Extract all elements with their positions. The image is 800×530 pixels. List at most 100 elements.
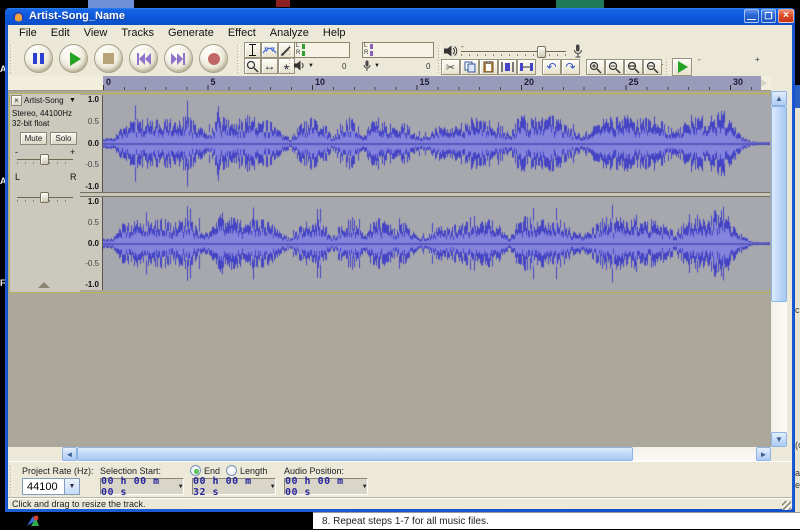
menu-edit[interactable]: Edit (44, 26, 77, 40)
paste-button[interactable] (479, 59, 498, 75)
menu-analyze[interactable]: Analyze (263, 26, 316, 40)
selection-start-label: Selection Start: (100, 466, 161, 476)
skip-to-end-button[interactable] (164, 44, 193, 73)
selection-start-field[interactable]: 00 h 00 m 00 s▼ (100, 478, 184, 495)
audio-position-field[interactable]: 00 h 00 m 00 s▼ (284, 478, 368, 495)
menu-help[interactable]: Help (316, 26, 353, 40)
vertical-ruler-left: 1.00.50.0-0.5-1.0 (80, 95, 103, 192)
horizontal-scrollbar[interactable]: ◄ ► (62, 447, 771, 461)
audacity-icon (12, 10, 25, 23)
close-button[interactable]: × (778, 9, 794, 23)
scroll-down-button[interactable]: ▼ (771, 432, 787, 447)
vruler-label: -1.0 (85, 280, 99, 289)
mute-button[interactable]: Mute (20, 132, 47, 145)
zoom-tool-button[interactable] (244, 58, 261, 74)
menu-tracks[interactable]: Tracks (114, 26, 161, 40)
input-meter-dropdown[interactable]: ▼ (362, 60, 380, 72)
cut-button[interactable]: ✂ (441, 59, 460, 75)
trim-button[interactable] (498, 59, 517, 75)
transcription-grip[interactable] (666, 59, 670, 75)
speaker-icon (294, 60, 306, 71)
waveform-left-channel[interactable] (103, 95, 770, 192)
meter-grip[interactable] (289, 44, 293, 73)
play-button[interactable] (59, 44, 88, 73)
minimize-button[interactable]: — (744, 9, 759, 23)
menu-file[interactable]: File (12, 26, 44, 40)
combo-arrow-icon: ▼ (64, 479, 79, 494)
background-text-fragment: (c (795, 440, 800, 450)
maximize-button[interactable]: ❒ (761, 9, 776, 23)
copy-button[interactable] (460, 59, 479, 75)
waveform-right-channel[interactable] (103, 197, 770, 290)
horizontal-scroll-thumb[interactable] (77, 447, 633, 461)
title-bar[interactable]: Artist-Song_Name — ❒ × (5, 8, 795, 25)
scroll-right-button[interactable]: ► (756, 447, 771, 461)
record-button[interactable] (199, 44, 228, 73)
pause-button[interactable] (24, 44, 53, 73)
output-meter-dropdown[interactable]: ▼ (294, 60, 314, 71)
ruler-label-0: 0 (106, 77, 111, 87)
envelope-tool-button[interactable] (261, 42, 278, 58)
vruler-label: 0.5 (88, 218, 99, 227)
play-at-speed-button[interactable] (672, 58, 692, 76)
input-meter[interactable]: L R (362, 42, 434, 58)
stop-button[interactable] (94, 44, 123, 73)
track-menu-arrow-icon[interactable]: ▼ (69, 97, 76, 104)
vertical-ruler-right: 1.00.50.0-0.5-1.0 (80, 197, 103, 290)
timeline-ruler[interactable]: 051015202530 (8, 76, 771, 91)
gain-slider[interactable] (17, 154, 73, 167)
output-meter[interactable]: L R (294, 42, 350, 58)
fit-project-button[interactable] (643, 59, 662, 75)
selection-tool-button[interactable] (244, 42, 261, 58)
meter-l-label: L (295, 43, 301, 50)
time-shift-tool-button[interactable]: ↔ (261, 58, 278, 74)
vertical-scrollbar[interactable]: ▲ ▼ (771, 91, 787, 447)
solo-button[interactable]: Solo (50, 132, 77, 145)
vruler-label: 1.0 (88, 197, 99, 206)
play-icon (678, 61, 688, 73)
zoom-in-button[interactable] (586, 59, 605, 75)
note-text: 8. Repeat steps 1-7 for all music files. (322, 516, 489, 527)
menu-generate[interactable]: Generate (161, 26, 221, 40)
undo-button[interactable]: ↶ (542, 59, 561, 75)
timeline-major-ticks (103, 85, 761, 90)
track-close-button[interactable]: × (11, 95, 22, 106)
zoom-out-icon (608, 61, 621, 74)
output-volume-slider[interactable] (461, 46, 566, 59)
pan-right-label: R (70, 172, 77, 182)
menu-view[interactable]: View (77, 26, 115, 40)
scroll-left-button[interactable]: ◄ (62, 447, 77, 461)
ruler-label-15: 15 (420, 77, 430, 87)
end-radio-label: End (204, 466, 220, 476)
track-info-format: 32-bit float (12, 119, 49, 128)
status-text: Click and drag to resize the track. (12, 499, 146, 509)
zoom-out-button[interactable] (605, 59, 624, 75)
scroll-up-button[interactable]: ▲ (771, 91, 787, 106)
length-radio[interactable]: Length (226, 465, 268, 476)
app-icon[interactable] (26, 514, 40, 527)
ibeam-icon (248, 44, 257, 56)
desktop-fragment (276, 0, 290, 7)
end-radio[interactable]: End (190, 465, 220, 476)
output-meter-bar (302, 44, 305, 49)
pan-slider[interactable] (17, 192, 73, 205)
window-border-right (792, 25, 795, 512)
menu-effect[interactable]: Effect (221, 26, 263, 40)
project-rate-combo[interactable]: 44100 ▼ (22, 478, 80, 495)
silence-button[interactable] (517, 59, 536, 75)
redo-button[interactable]: ↷ (561, 59, 580, 75)
collapse-triangle-icon[interactable] (38, 282, 50, 288)
transport-grip[interactable] (10, 44, 14, 73)
tools-grip[interactable] (237, 44, 241, 73)
selection-toolbar-grip[interactable] (10, 466, 14, 494)
track-title[interactable]: Artist-Song (24, 96, 64, 105)
audio-position-label: Audio Position: (284, 466, 344, 476)
track-area: × Artist-Song ▼ Stereo, 44100Hz 32-bit f… (8, 91, 771, 447)
window-resize-grip[interactable] (782, 501, 791, 510)
selection-end-field[interactable]: 00 h 00 m 32 s▼ (192, 478, 276, 495)
background-text-fragment: e it (795, 480, 800, 490)
fit-selection-button[interactable] (624, 59, 643, 75)
skip-to-start-button[interactable] (129, 44, 158, 73)
record-icon (208, 53, 220, 65)
vertical-scroll-thumb[interactable] (771, 106, 787, 302)
